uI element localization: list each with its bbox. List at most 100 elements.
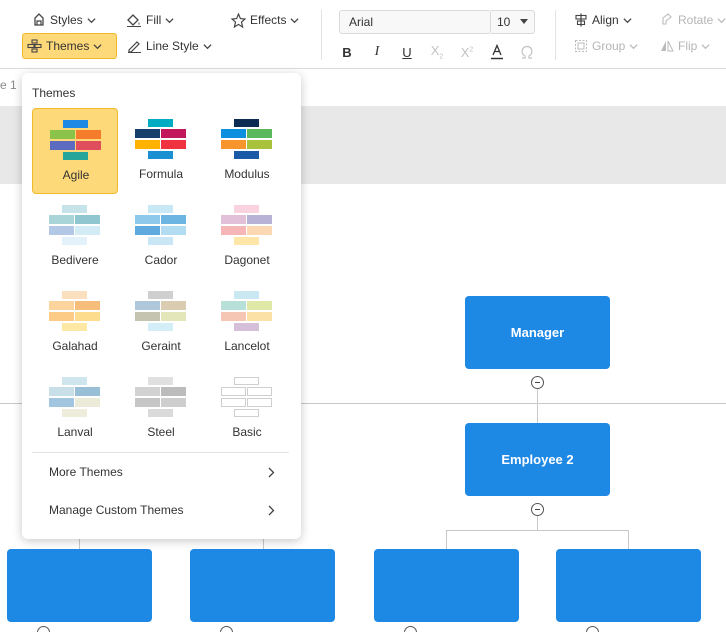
swatch-block [63, 152, 88, 160]
collapse-toggle-icon[interactable] [586, 626, 599, 632]
theme-swatch-icon [221, 291, 272, 331]
swatch-block [76, 130, 101, 139]
page-tab[interactable]: e 1 [0, 78, 17, 92]
text-color-icon [491, 44, 503, 60]
swatch-block [161, 387, 186, 396]
swatch-block [234, 377, 259, 385]
chevron-down-icon [629, 43, 638, 49]
swatch-block [50, 130, 75, 139]
theme-swatch-icon [135, 205, 186, 245]
theme-swatch-icon [135, 119, 186, 159]
chevron-down-icon [717, 17, 726, 23]
superscript-button[interactable]: X2 [456, 41, 478, 63]
swatch-block [161, 301, 186, 310]
font-family-select[interactable]: Arial [339, 10, 491, 34]
swatch-block [135, 301, 160, 310]
omega-icon [521, 45, 533, 59]
swatch-block [148, 119, 173, 127]
theme-option-formula[interactable]: Formula [118, 108, 204, 194]
themes-icon [27, 39, 42, 53]
swatch-block [135, 398, 160, 407]
swatch-block [161, 129, 186, 138]
theme-label: Geraint [141, 339, 181, 353]
themes-dropdown-panel: Themes Agile Formula Modulus Bedivere Cador D… [22, 73, 301, 539]
theme-option-agile[interactable]: Agile [32, 108, 118, 194]
manage-custom-themes-label: Manage Custom Themes [49, 503, 184, 517]
bold-button[interactable]: B [336, 41, 358, 63]
swatch-block [247, 226, 272, 235]
theme-option-modulus[interactable]: Modulus [204, 108, 290, 194]
special-character-button[interactable] [516, 41, 538, 63]
fill-label: Fill [146, 13, 162, 27]
node-empty[interactable] [190, 549, 335, 622]
theme-label: Basic [232, 425, 262, 439]
swatch-block [161, 215, 186, 224]
node-empty[interactable] [7, 549, 152, 622]
more-themes-item[interactable]: More Themes [22, 455, 301, 489]
theme-swatch-icon [221, 119, 272, 159]
theme-option-steel[interactable]: Steel [118, 366, 204, 452]
chevron-down-icon [623, 17, 632, 23]
line-style-button[interactable]: Line Style [123, 34, 216, 58]
collapse-toggle-icon[interactable] [531, 503, 544, 516]
swatch-block [62, 323, 87, 331]
swatch-block [49, 301, 74, 310]
subscript-button[interactable]: X2 [426, 41, 448, 63]
connector-line [628, 530, 629, 549]
rotate-button[interactable]: Rotate [656, 8, 726, 32]
theme-option-bedivere[interactable]: Bedivere [32, 194, 118, 280]
theme-swatch-icon [50, 120, 101, 160]
manage-custom-themes-item[interactable]: Manage Custom Themes [22, 493, 301, 527]
align-label: Align [592, 13, 619, 27]
swatch-block [221, 140, 246, 149]
theme-option-lanval[interactable]: Lanval [32, 366, 118, 452]
collapse-toggle-icon[interactable] [37, 626, 50, 632]
font-size-select[interactable]: 10 [491, 10, 535, 34]
italic-button[interactable]: I [366, 41, 388, 63]
styles-icon [34, 13, 44, 26]
text-color-button[interactable] [486, 41, 508, 63]
fill-button[interactable]: Fill [122, 8, 178, 32]
group-button[interactable]: Group [570, 34, 642, 58]
styles-label: Styles [50, 13, 83, 27]
swatch-block [76, 141, 101, 150]
node-empty[interactable] [374, 549, 519, 622]
panel-title: Themes [32, 86, 76, 100]
node-label: Employee 2 [501, 452, 574, 467]
collapse-toggle-icon[interactable] [404, 626, 417, 632]
group-icon [575, 40, 587, 52]
collapse-toggle-icon[interactable] [220, 626, 233, 632]
theme-option-geraint[interactable]: Geraint [118, 280, 204, 366]
theme-swatch-icon [49, 377, 100, 417]
theme-option-lancelot[interactable]: Lancelot [204, 280, 290, 366]
collapse-toggle-icon[interactable] [531, 376, 544, 389]
swatch-block [50, 141, 75, 150]
effects-button[interactable]: Effects [227, 8, 303, 32]
swatch-block [62, 377, 87, 385]
node-manager[interactable]: Manager [465, 296, 610, 369]
swatch-block [148, 237, 173, 245]
flip-button[interactable]: Flip [656, 34, 714, 58]
underline-button[interactable]: U [396, 41, 418, 63]
themes-button[interactable]: Themes [22, 33, 117, 59]
theme-option-cador[interactable]: Cador [118, 194, 204, 280]
connector-line [537, 388, 538, 423]
theme-swatch-icon [49, 205, 100, 245]
swatch-block [148, 377, 173, 385]
connector-line [79, 539, 80, 549]
theme-option-galahad[interactable]: Galahad [32, 280, 118, 366]
node-empty[interactable] [556, 549, 701, 622]
chevron-right-icon [268, 467, 275, 477]
swatch-block [75, 387, 100, 396]
swatch-block [161, 312, 186, 321]
styles-button[interactable]: Styles [28, 8, 100, 32]
theme-option-dagonet[interactable]: Dagonet [204, 194, 290, 280]
theme-option-basic[interactable]: Basic [204, 366, 290, 452]
node-employee-2[interactable]: Employee 2 [465, 423, 610, 496]
theme-swatch-icon [49, 291, 100, 331]
flip-icon [661, 40, 674, 52]
align-icon [575, 13, 587, 27]
theme-label: Formula [138, 167, 183, 181]
theme-swatch-icon [221, 377, 272, 417]
align-button[interactable]: Align [570, 8, 636, 32]
